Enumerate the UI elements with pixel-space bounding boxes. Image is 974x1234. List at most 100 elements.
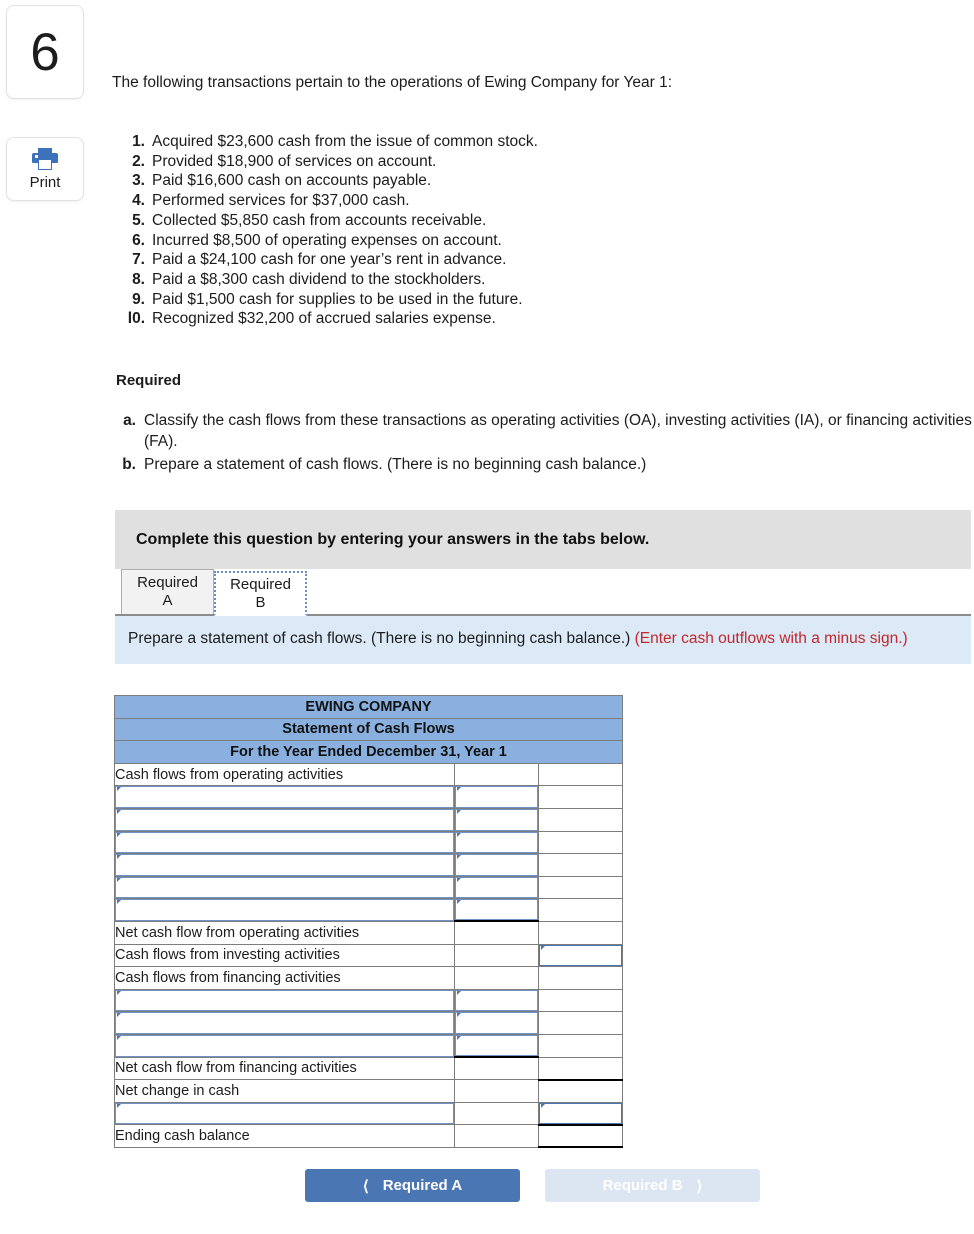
- table-row: [114, 898, 624, 923]
- dropdown-marker-icon: [117, 832, 121, 837]
- row-total-input[interactable]: [537, 1101, 624, 1126]
- row-account-input[interactable]: [114, 807, 455, 832]
- row-amount-input[interactable]: [454, 1033, 539, 1058]
- dropdown-marker-icon: [457, 809, 461, 814]
- question-number-box: 6: [6, 5, 84, 99]
- list-item: 5. Collected $5,850 cash from accounts r…: [112, 211, 812, 231]
- table-row: [114, 785, 624, 809]
- dropdown-marker-icon: [117, 1013, 121, 1018]
- row-amount-input[interactable]: [454, 898, 539, 923]
- tab-instruction-note: (Enter cash outflows with a minus sign.): [634, 630, 908, 647]
- row-account-input[interactable]: [114, 853, 455, 877]
- transaction-list: 1. Acquired $23,600 cash from the issue …: [112, 132, 812, 329]
- dropdown-marker-icon: [457, 900, 461, 905]
- row-total-input[interactable]: [537, 943, 624, 968]
- row-col3: [537, 966, 624, 990]
- row-amount-input[interactable]: [454, 853, 539, 877]
- list-item: 7. Paid a $24,100 cash for one year’s re…: [112, 250, 812, 270]
- row-amount-input[interactable]: [454, 830, 539, 855]
- table-row: Cash flows from operating activities: [114, 762, 624, 787]
- previous-required-a-button[interactable]: ⟨ Required A: [305, 1169, 520, 1202]
- table-row: [114, 875, 624, 900]
- table-row: [114, 988, 624, 1013]
- table-row: Net cash flow from financing activities: [114, 1056, 624, 1081]
- row-account-input[interactable]: [114, 898, 455, 922]
- chevron-right-icon: ⟩: [696, 1177, 703, 1195]
- row-col3: [537, 853, 624, 877]
- row-account-input[interactable]: [114, 1011, 455, 1035]
- row-amount-input[interactable]: [454, 1011, 539, 1035]
- next-required-b-button[interactable]: Required B ⟩: [545, 1169, 760, 1202]
- row-col2: [454, 1079, 539, 1103]
- row-amount-input[interactable]: [454, 988, 539, 1013]
- row-account-input[interactable]: [114, 1033, 455, 1058]
- list-item-text: Paid $1,500 cash for supplies to be used…: [152, 290, 523, 308]
- row-col3: [537, 762, 624, 787]
- row-label: Ending cash balance: [114, 1124, 455, 1148]
- row-account-input[interactable]: [114, 830, 455, 855]
- list-item-text: Provided $18,900 of services on account.: [152, 152, 437, 170]
- dropdown-marker-icon: [117, 1035, 121, 1040]
- table-row-title: For the Year Ended December 31, Year 1: [113, 740, 624, 764]
- required-heading: Required: [116, 372, 182, 389]
- list-item: 9. Paid $1,500 cash for supplies to be u…: [112, 290, 812, 310]
- row-col2: [454, 943, 539, 968]
- list-item-text: Prepare a statement of cash flows. (Ther…: [144, 456, 647, 473]
- print-button-label: Print: [29, 173, 61, 191]
- list-item-number: 1.: [132, 133, 145, 150]
- row-col2: [454, 920, 539, 945]
- list-item-text: Paid $16,600 cash on accounts payable.: [152, 172, 432, 190]
- row-amount-input[interactable]: [454, 875, 539, 900]
- table-title-company: EWING COMPANY: [113, 695, 624, 719]
- table-row: [114, 807, 624, 832]
- row-account-input[interactable]: [114, 875, 455, 900]
- left-rail: 6 Print: [6, 5, 86, 201]
- nav-buttons: ⟨ Required A Required B ⟩: [305, 1169, 760, 1202]
- row-label: Net cash flow from financing activities: [114, 1056, 455, 1081]
- tab-required-b[interactable]: Required B: [214, 571, 307, 616]
- row-col3: [537, 807, 624, 832]
- intro-text: The following transactions pertain to th…: [112, 74, 673, 91]
- row-account-input[interactable]: [114, 785, 455, 809]
- row-amount-input[interactable]: [454, 807, 539, 832]
- dropdown-marker-icon: [117, 990, 121, 995]
- table-row: [114, 1033, 624, 1058]
- main-content: The following transactions pertain to th…: [112, 0, 974, 1234]
- dropdown-marker-icon: [457, 1035, 461, 1040]
- dropdown-marker-icon: [117, 855, 121, 860]
- dropdown-marker-icon: [117, 1103, 121, 1108]
- row-amount-input[interactable]: [454, 785, 539, 809]
- table-title-period: For the Year Ended December 31, Year 1: [113, 740, 624, 764]
- statement-of-cash-flows-table: EWING COMPANY Statement of Cash Flows Fo…: [113, 695, 624, 1149]
- list-item-number: 4.: [132, 192, 145, 210]
- tab-required-b-line2: B: [255, 593, 266, 611]
- list-item-text: Paid a $24,100 cash for one year’s rent …: [152, 251, 507, 269]
- list-item-text: Performed services for $37,000 cash.: [152, 192, 410, 210]
- list-item-number: 5.: [132, 211, 145, 229]
- list-item: b. Prepare a statement of cash flows. (T…: [112, 454, 974, 475]
- row-account-input[interactable]: [114, 988, 455, 1013]
- list-item-number: 8.: [132, 270, 145, 288]
- answer-widget: Complete this question by entering your …: [115, 510, 971, 664]
- row-account-input[interactable]: [114, 1101, 455, 1126]
- table-row: Ending cash balance: [114, 1124, 624, 1149]
- tab-required-a-line1: Required: [137, 574, 198, 591]
- list-item-letter: a.: [123, 412, 136, 429]
- table-row: Net cash flow from operating activities: [114, 920, 624, 945]
- dropdown-marker-icon: [457, 990, 461, 995]
- chevron-left-icon: ⟨: [362, 1177, 369, 1195]
- tab-required-a[interactable]: Required A: [121, 569, 214, 614]
- required-list: a. Classify the cash flows from these tr…: [112, 410, 974, 477]
- tab-strip: Required A Required B: [115, 569, 971, 616]
- tab-instruction-text: Prepare a statement of cash flows. (Ther…: [128, 630, 635, 647]
- tab-required-a-line2: A: [162, 592, 173, 609]
- dropdown-marker-icon: [457, 1013, 461, 1018]
- list-item-number: 3.: [132, 172, 145, 190]
- dropdown-marker-icon: [117, 900, 121, 905]
- row-col3: [537, 1011, 624, 1035]
- table-row: Net change in cash: [114, 1079, 624, 1103]
- list-item: a. Classify the cash flows from these tr…: [112, 410, 974, 452]
- list-item-text: Collected $5,850 cash from accounts rece…: [152, 211, 487, 229]
- row-col3: [537, 988, 624, 1013]
- print-button[interactable]: Print: [6, 137, 84, 201]
